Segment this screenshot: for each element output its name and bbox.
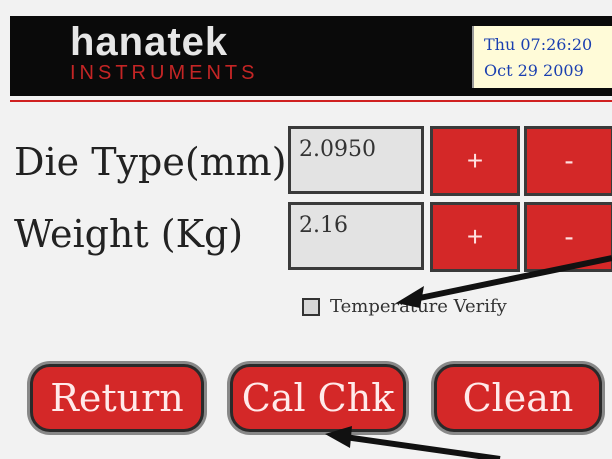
- clock-date: Oct 29 2009: [484, 61, 584, 80]
- return-button[interactable]: Return: [30, 364, 204, 432]
- clock-time: Thu 07:26:20: [484, 35, 593, 54]
- logo-hanatek: hanatek: [70, 20, 229, 64]
- die-type-value[interactable]: 2.0950: [288, 126, 424, 194]
- weight-value[interactable]: 2.16: [288, 202, 424, 270]
- die-type-label: Die Type(mm): [14, 140, 287, 184]
- weight-plus-button[interactable]: +: [430, 202, 520, 272]
- temperature-verify-option[interactable]: Temperature Verify: [302, 296, 507, 317]
- temperature-verify-checkbox[interactable]: [302, 297, 320, 316]
- weight-label: Weight (Kg): [14, 212, 244, 256]
- datetime-display: Thu 07:26:20 Oct 29 2009: [472, 26, 612, 88]
- die-type-plus-button[interactable]: +: [430, 126, 520, 196]
- temperature-verify-label: Temperature Verify: [330, 296, 507, 317]
- header-bar: hanatek INSTRUMENTS Thu 07:26:20 Oct 29 …: [10, 16, 612, 102]
- cal-chk-button[interactable]: Cal Chk: [230, 364, 406, 432]
- die-type-minus-button[interactable]: -: [524, 126, 612, 196]
- weight-minus-button[interactable]: -: [524, 202, 612, 272]
- logo-instruments: INSTRUMENTS: [70, 62, 259, 84]
- clean-button[interactable]: Clean: [434, 364, 602, 432]
